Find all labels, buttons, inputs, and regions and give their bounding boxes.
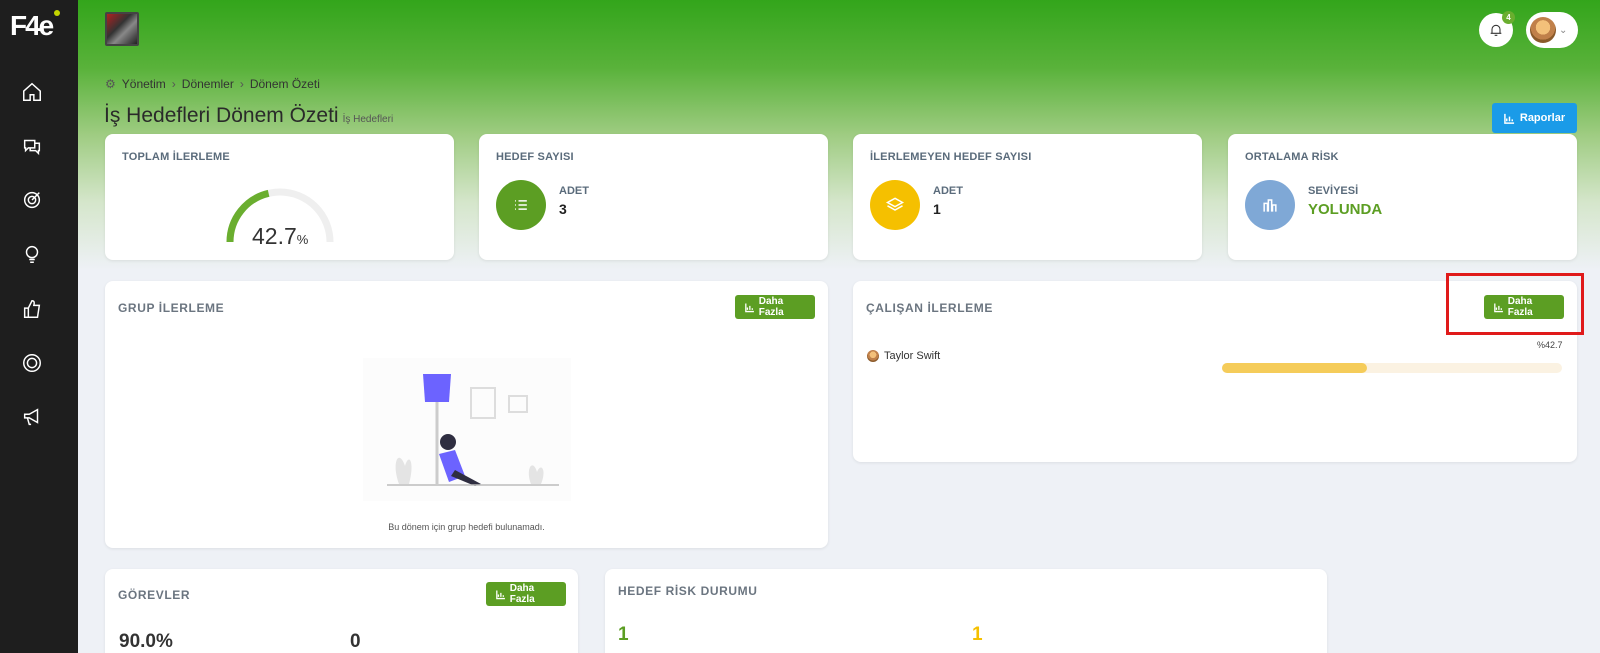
employee-row[interactable]: Taylor Swift xyxy=(867,350,940,362)
page-subtitle: İş Hedefleri xyxy=(342,114,394,125)
stat-caption: ADET xyxy=(933,185,963,197)
group-progress-card: GRUP İLERLEME Daha Fazla Bu dönem için g… xyxy=(105,281,828,548)
target-icon[interactable] xyxy=(20,188,44,212)
chart-icon xyxy=(496,589,505,599)
employee-name: Taylor Swift xyxy=(884,350,941,362)
group-more-button[interactable]: Daha Fazla xyxy=(735,295,815,319)
chart-icon xyxy=(745,302,754,312)
bell-icon xyxy=(1490,24,1502,36)
lightbulb-icon[interactable] xyxy=(20,242,44,266)
section-title: GÖREVLER xyxy=(118,588,191,602)
tasks-completion-value: 90.0% xyxy=(119,631,173,652)
chevron-down-icon: ⌄ xyxy=(1559,24,1568,36)
stalled-goals-card: İLERLEMEYEN HEDEF SAYISI ADET 1 xyxy=(853,134,1202,260)
bar-chart-icon xyxy=(1245,180,1295,230)
thumbs-up-icon[interactable] xyxy=(20,297,44,321)
empty-state-illustration xyxy=(363,358,571,501)
sidebar: F4e xyxy=(0,0,78,653)
page-title: İş Hedefleri Dönem Özeti İş Hedefleri xyxy=(104,104,394,127)
app-logo[interactable]: F4e xyxy=(10,10,61,42)
home-icon[interactable] xyxy=(20,80,44,104)
employee-progress-bar xyxy=(1222,363,1562,373)
goal-risk-card: HEDEF RİSK DURUMU 1 1 xyxy=(605,569,1327,653)
user-menu[interactable]: ⌄ xyxy=(1526,12,1578,48)
total-progress-card: TOPLAM İLERLEME 42.7% xyxy=(105,134,454,260)
company-logo[interactable] xyxy=(105,12,139,46)
progress-fill xyxy=(1222,363,1368,373)
risk-on-track-value: 1 xyxy=(618,624,629,645)
list-icon xyxy=(496,180,546,230)
notifications-button[interactable]: 4 xyxy=(1479,11,1515,47)
breadcrumb-item-donemler[interactable]: Dönemler xyxy=(182,77,234,91)
reports-button[interactable]: Raporlar xyxy=(1492,103,1577,133)
avatar xyxy=(1530,17,1556,43)
employee-progress-value: %42.7 xyxy=(1537,340,1563,350)
stalled-goal-count-value: 1 xyxy=(933,201,941,217)
chat-icon[interactable] xyxy=(20,134,44,158)
gear-icon: ⚙ xyxy=(105,77,116,91)
total-progress-value: 42.7% xyxy=(252,223,309,249)
megaphone-icon[interactable] xyxy=(20,405,44,429)
card-label: İLERLEMEYEN HEDEF SAYISI xyxy=(870,151,1032,163)
section-title: ÇALIŞAN İLERLEME xyxy=(866,301,993,315)
breadcrumb: ⚙ Yönetim › Dönemler › Dönem Özeti xyxy=(105,77,320,91)
stat-caption: SEVİYESİ xyxy=(1308,185,1359,197)
ring-icon[interactable] xyxy=(20,351,44,375)
empty-state-message: Bu dönem için grup hedefi bulunamadı. xyxy=(388,522,545,532)
breadcrumb-item-yonetim[interactable]: Yönetim xyxy=(122,77,166,91)
tasks-card: GÖREVLER Daha Fazla 90.0% 0 xyxy=(105,569,578,653)
average-risk-card: ORTALAMA RİSK SEVİYESİ YOLUNDA xyxy=(1228,134,1577,260)
chart-icon xyxy=(1504,113,1514,124)
layers-icon xyxy=(870,180,920,230)
notification-badge: 4 xyxy=(1502,11,1515,24)
section-title: GRUP İLERLEME xyxy=(118,301,225,315)
section-title: HEDEF RİSK DURUMU xyxy=(618,584,758,598)
risk-warning-value: 1 xyxy=(972,624,983,645)
avatar xyxy=(867,350,879,362)
card-label: ORTALAMA RİSK xyxy=(1245,151,1339,163)
tasks-count-value: 0 xyxy=(350,631,361,652)
stat-caption: ADET xyxy=(559,185,589,197)
goal-count-value: 3 xyxy=(559,201,567,217)
breadcrumb-item-donem-ozeti[interactable]: Dönem Özeti xyxy=(250,77,320,91)
card-label: HEDEF SAYISI xyxy=(496,151,574,163)
card-label: TOPLAM İLERLEME xyxy=(122,151,230,163)
risk-level-value: YOLUNDA xyxy=(1308,201,1383,218)
tasks-more-button[interactable]: Daha Fazla xyxy=(486,582,566,606)
goal-count-card: HEDEF SAYISI ADET 3 xyxy=(479,134,828,260)
highlight-box xyxy=(1446,273,1584,335)
